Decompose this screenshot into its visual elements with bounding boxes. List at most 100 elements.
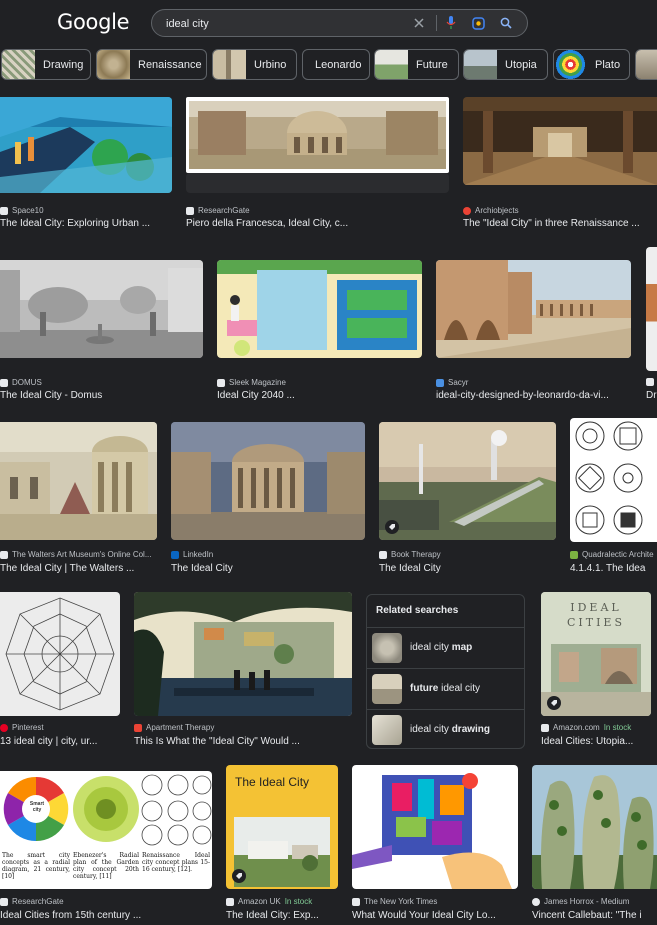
result-tile[interactable]: James Horrox - Medium Vincent Callebaut:… bbox=[532, 765, 657, 925]
result-tile[interactable]: IDEAL CITIES Amazon.com In stock Ideal Ci… bbox=[541, 592, 651, 750]
result-title[interactable]: The Ideal City bbox=[171, 563, 365, 574]
favicon bbox=[0, 206, 8, 215]
result-title[interactable]: Ideal Cities from 15th century ... bbox=[0, 910, 212, 921]
related-item-future[interactable]: future ideal city bbox=[367, 668, 524, 709]
result-title[interactable]: The Ideal City: Exploring Urban ... bbox=[0, 218, 170, 229]
result-image[interactable]: IDEAL CITIES bbox=[541, 592, 651, 716]
result-title[interactable]: This Is What the "Ideal City" Would ... bbox=[134, 736, 352, 747]
result-tile[interactable]: The Ideal City Amazon UK In stock The Ide… bbox=[226, 765, 338, 925]
result-image[interactable] bbox=[463, 97, 657, 185]
favicon bbox=[186, 206, 194, 215]
result-image[interactable] bbox=[436, 260, 631, 358]
result-title[interactable]: The Ideal City | The Walters ... bbox=[0, 563, 157, 574]
chip-plato[interactable]: Plato bbox=[553, 49, 630, 80]
google-logo[interactable]: Google bbox=[57, 10, 130, 34]
result-title[interactable]: The "Ideal City" in three Renaissance ..… bbox=[463, 218, 657, 229]
favicon bbox=[226, 897, 234, 906]
result-tile[interactable]: The Walters Art Museum's Online Col... T… bbox=[0, 422, 157, 577]
result-image[interactable] bbox=[0, 260, 203, 358]
related-searches-heading: Related searches bbox=[376, 605, 459, 616]
result-image[interactable] bbox=[570, 418, 657, 542]
chip-utopia[interactable]: Utopia bbox=[463, 49, 548, 80]
result-title[interactable]: Dr bbox=[646, 390, 657, 401]
chip-urbino[interactable]: Urbino bbox=[212, 49, 297, 80]
result-image[interactable] bbox=[352, 765, 518, 889]
search-icon[interactable] bbox=[497, 14, 515, 32]
chip-leonardo[interactable]: Leonardo bbox=[302, 49, 370, 80]
related-item-map[interactable]: ideal city map bbox=[367, 627, 524, 668]
microphone-icon[interactable] bbox=[442, 14, 460, 32]
related-thumbnail bbox=[372, 633, 402, 663]
related-searches: Related searches ideal city map future i… bbox=[366, 594, 525, 749]
book-cover-title: IDEAL CITIES bbox=[566, 601, 625, 629]
product-tag-icon bbox=[547, 696, 561, 710]
image-bottom-band bbox=[186, 173, 449, 193]
caption-renaissance: Renaissance Ideal city concept plans 15-… bbox=[142, 852, 210, 873]
result-image[interactable]: The Ideal City bbox=[226, 765, 338, 889]
result-image[interactable] bbox=[532, 765, 657, 889]
result-title[interactable]: Piero della Francesca, Ideal City, c... bbox=[186, 218, 449, 229]
clear-icon[interactable] bbox=[410, 14, 428, 32]
chip-thumbnail bbox=[2, 50, 35, 79]
result-tile[interactable]: Book Therapy The Ideal City bbox=[379, 422, 556, 577]
result-image[interactable] bbox=[171, 422, 365, 540]
search-box[interactable] bbox=[151, 9, 528, 37]
related-thumbnail bbox=[372, 674, 402, 704]
favicon bbox=[0, 378, 8, 387]
result-title[interactable]: Vincent Callebaut: "The i bbox=[532, 910, 657, 921]
favicon bbox=[541, 723, 549, 732]
related-item-drawing[interactable]: ideal city drawing bbox=[367, 709, 524, 750]
result-tile[interactable]: Pinterest 13 ideal city | city, ur... bbox=[0, 592, 120, 750]
result-tile[interactable]: Archiobjects The "Ideal City" in three R… bbox=[463, 97, 657, 232]
chip-more[interactable] bbox=[635, 49, 657, 80]
result-title[interactable]: 13 ideal city | city, ur... bbox=[0, 736, 120, 747]
favicon bbox=[134, 723, 142, 732]
result-tile[interactable]: Quadralectic Archite 4.1.4.1. The Idea bbox=[570, 418, 657, 577]
result-title[interactable]: The Ideal City - Domus bbox=[0, 390, 203, 401]
result-tile[interactable]: LinkedIn The Ideal City bbox=[171, 422, 365, 577]
result-title[interactable]: What Would Your Ideal City Lo... bbox=[352, 910, 518, 921]
chip-future[interactable]: Future bbox=[374, 49, 459, 80]
result-tile[interactable]: ResearchGate Piero della Francesca, Idea… bbox=[186, 97, 449, 232]
chip-thumbnail bbox=[97, 50, 130, 79]
chip-thumbnail bbox=[636, 50, 657, 79]
result-tile[interactable]: The New York Times What Would Your Ideal… bbox=[352, 765, 518, 925]
result-tile[interactable]: Dr bbox=[646, 247, 657, 405]
result-tile[interactable]: Apartment Therapy This Is What the "Idea… bbox=[134, 592, 352, 750]
result-tile[interactable]: Smart city The smart city concepts as a … bbox=[0, 771, 212, 925]
result-title[interactable]: The Ideal City bbox=[379, 563, 556, 574]
chip-drawing[interactable]: Drawing bbox=[1, 49, 91, 80]
chip-thumbnail bbox=[375, 50, 408, 79]
favicon bbox=[379, 550, 387, 559]
filter-chips: Drawing Renaissance Urbino Leonardo Futu… bbox=[0, 49, 657, 82]
result-title[interactable]: The Ideal City: Exp... bbox=[226, 910, 338, 921]
result-title[interactable]: 4.1.4.1. The Idea bbox=[570, 563, 657, 574]
favicon bbox=[463, 206, 471, 215]
result-image[interactable] bbox=[379, 422, 556, 540]
chip-renaissance[interactable]: Renaissance bbox=[96, 49, 207, 80]
result-title[interactable]: ideal-city-designed-by-leonardo-da-vi... bbox=[436, 390, 631, 401]
result-title[interactable]: Ideal City 2040 ... bbox=[217, 390, 422, 401]
caption-smart-city: The smart city concepts as a radial diag… bbox=[2, 852, 70, 880]
result-tile[interactable]: DOMUS The Ideal City - Domus bbox=[0, 260, 203, 405]
favicon bbox=[436, 378, 444, 387]
result-image[interactable] bbox=[186, 97, 449, 173]
smart-city-label: Smart city bbox=[29, 801, 45, 813]
result-image[interactable] bbox=[134, 592, 352, 716]
camera-lens-icon[interactable] bbox=[469, 14, 487, 32]
result-tile[interactable]: Sacyr ideal-city-designed-by-leonardo-da… bbox=[436, 260, 631, 405]
result-image[interactable] bbox=[0, 97, 172, 193]
result-image[interactable] bbox=[0, 592, 120, 716]
favicon bbox=[0, 723, 8, 732]
result-image[interactable] bbox=[646, 247, 657, 371]
result-title[interactable]: Ideal Cities: Utopia... bbox=[541, 736, 651, 747]
result-tile[interactable]: Sleek Magazine Ideal City 2040 ... bbox=[217, 260, 422, 405]
result-tile[interactable]: Space10 The Ideal City: Exploring Urban … bbox=[0, 97, 172, 232]
favicon bbox=[646, 378, 654, 386]
product-tag-icon bbox=[232, 869, 246, 883]
result-image[interactable] bbox=[0, 422, 157, 540]
favicon bbox=[217, 378, 225, 387]
result-image[interactable] bbox=[217, 260, 422, 358]
search-input[interactable] bbox=[164, 14, 408, 34]
result-image[interactable]: Smart city The smart city concepts as a … bbox=[0, 771, 212, 889]
